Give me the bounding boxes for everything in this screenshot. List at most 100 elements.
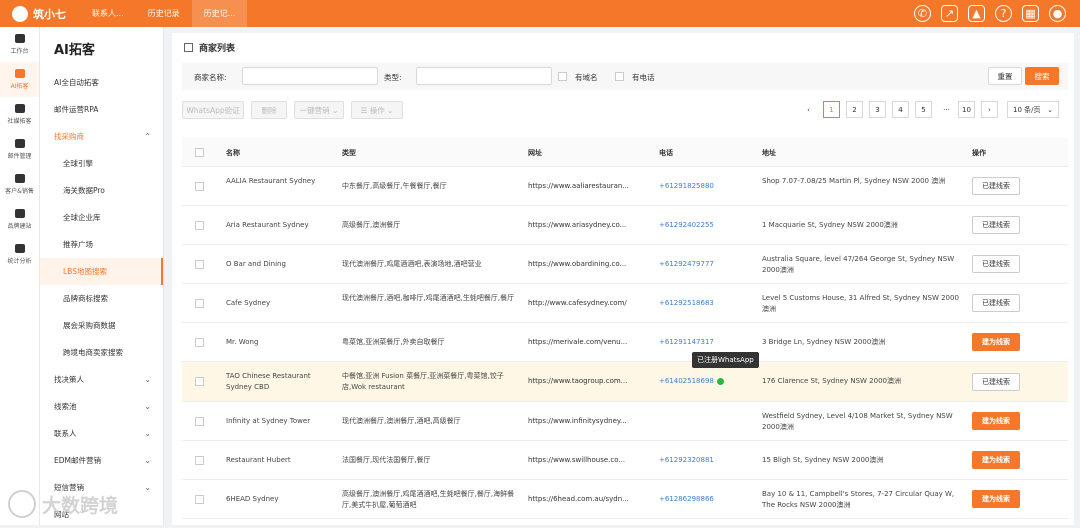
sidebar-item-edm[interactable]: EDM邮件营销 ⌄ [40, 447, 163, 474]
row-checkbox[interactable] [195, 260, 204, 269]
ops-label: 操作 [369, 105, 385, 115]
rail-item-workbench[interactable]: 工作台 [0, 27, 39, 62]
page-10[interactable]: 10 [958, 101, 975, 118]
sidebar-item-leads[interactable]: 线索池 ⌄ [40, 393, 163, 420]
search-button[interactable]: 搜索 [1025, 67, 1059, 85]
delete-button[interactable]: 删除 [251, 101, 287, 119]
grid-icon[interactable]: ▦ [1022, 5, 1039, 22]
sidebar-item-recommend[interactable]: 推荐广场 [40, 231, 163, 258]
cell-url[interactable]: https://6head.com.au/sydn... [528, 494, 648, 505]
row-checkbox[interactable] [195, 299, 204, 308]
sidebar-item-customs[interactable]: 海关数据Pro [40, 177, 163, 204]
cell-phone[interactable]: +61291147317 [659, 337, 714, 348]
rail-label: 统计分析 [7, 258, 32, 265]
whatsapp-verify-button[interactable]: WhatsApp验证 [182, 101, 244, 119]
create-lead-button[interactable]: 建为线索 [972, 333, 1020, 351]
cell-name: Restaurant Hubert [226, 456, 291, 464]
cell-url[interactable]: http://www.cafesydney.com/ [528, 298, 648, 309]
sidebar-item-ecommerce[interactable]: 跨境电商卖家搜索 [40, 339, 163, 366]
share-icon[interactable]: ↗ [941, 5, 958, 22]
tab-contacts[interactable]: 联系人... [80, 0, 136, 27]
robot-icon [14, 69, 25, 78]
lead-button[interactable]: 已建线索 [972, 177, 1020, 195]
prev-page-button[interactable]: ‹ [800, 101, 817, 118]
bell-icon[interactable]: ▲ [968, 5, 985, 22]
page-size-select[interactable]: 10 条/页 ⌄ [1007, 101, 1059, 118]
reset-button[interactable]: 重置 [988, 67, 1022, 85]
type-input[interactable] [416, 67, 552, 85]
lead-button[interactable]: 已建线索 [972, 216, 1020, 234]
cell-phone[interactable]: +61292479777 [659, 259, 714, 270]
rail-item-stats[interactable]: 统计分析 [0, 237, 39, 272]
row-checkbox[interactable] [195, 456, 204, 465]
cell-phone[interactable]: +61291825880 [659, 181, 714, 192]
page-2[interactable]: 2 [846, 101, 863, 118]
row-checkbox[interactable] [195, 221, 204, 230]
name-input[interactable] [242, 67, 378, 85]
rail-item-ai[interactable]: AI拓客 [0, 62, 39, 97]
watermark-text: 大数跨境 [42, 494, 119, 517]
table-row: Mr. Wong 粤菜馆,亚洲菜餐厅,外卖自取餐厅 https://meriva… [182, 323, 1068, 362]
cell-url[interactable]: https://www.swillhouse.co... [528, 455, 648, 466]
filter-bar: 商家名称: 类型: 有域名 有电话 重置 搜索 [182, 63, 1068, 90]
sidebar-item-companies[interactable]: 全球企业库 [40, 204, 163, 231]
watermark: 大数跨境 [8, 490, 118, 518]
row-checkbox[interactable] [195, 338, 204, 347]
create-lead-button[interactable]: 建为线索 [972, 451, 1020, 469]
sidebar-item-contacts[interactable]: 联系人 ⌄ [40, 420, 163, 447]
cell-url[interactable]: https://www.obardining.co... [528, 259, 648, 270]
next-page-button[interactable]: › [981, 101, 998, 118]
select-all-checkbox[interactable] [195, 148, 204, 157]
cell-phone[interactable]: +61286298866 [659, 494, 714, 505]
sidebar-item-rpa[interactable]: 邮件运营RPA [40, 96, 163, 123]
sidebar-item-expo[interactable]: 展会采购商数据 [40, 312, 163, 339]
cell-phone[interactable]: +61292518683 [659, 298, 714, 309]
cell-phone[interactable]: +61292320881 [659, 455, 714, 466]
help-icon[interactable]: ? [995, 5, 1012, 22]
tab-history[interactable]: 历史记录 [136, 0, 192, 27]
sidebar-label: 海关数据Pro [63, 186, 105, 195]
row-checkbox[interactable] [195, 377, 204, 386]
sidebar-item-auto[interactable]: AI全自动拓客 [40, 69, 163, 96]
cell-phone-wrap[interactable]: +61402518698 [659, 376, 724, 387]
cell-url[interactable]: https://merivale.com/venu... [528, 337, 648, 348]
cell-type: 法国餐厅,现代法国餐厅,餐厅 [342, 456, 431, 464]
page-5[interactable]: 5 [915, 101, 932, 118]
create-lead-button[interactable]: 建为线索 [972, 412, 1020, 430]
sidebar-item-engine[interactable]: 全球引擎 [40, 150, 163, 177]
cell-url[interactable]: https://www.infinitysydney... [528, 416, 648, 427]
rail-item-mail[interactable]: 邮件管理 [0, 132, 39, 167]
row-checkbox[interactable] [195, 182, 204, 191]
page-3[interactable]: 3 [869, 101, 886, 118]
row-checkbox[interactable] [195, 417, 204, 426]
cell-type: 粤菜馆,亚洲菜餐厅,外卖自取餐厅 [342, 338, 445, 346]
sidebar-item-buyers[interactable]: 找采购商 ⌃ [40, 123, 163, 150]
lead-button[interactable]: 已建线索 [972, 373, 1020, 391]
sidebar-item-trademark[interactable]: 品牌商标搜索 [40, 285, 163, 312]
lead-button[interactable]: 已建线索 [972, 255, 1020, 273]
tab-history-active[interactable]: 历史记... [191, 0, 248, 27]
chevron-down-icon: ⌄ [144, 429, 151, 438]
sidebar-item-lbs[interactable]: LBS地图搜索 [40, 258, 163, 285]
sidebar-item-decision[interactable]: 找决策人 ⌄ [40, 366, 163, 393]
cell-url[interactable]: https://www.ariasydney.co... [528, 220, 648, 231]
page-4[interactable]: 4 [892, 101, 909, 118]
rail-item-site[interactable]: 品牌建站 [0, 202, 39, 237]
cell-url[interactable]: https://www.aaliarestauran... [528, 181, 648, 192]
create-lead-button[interactable]: 建为线索 [972, 490, 1020, 508]
one-click-button[interactable]: 一键营销 ⌄ [294, 101, 344, 119]
rail-item-social[interactable]: 社媒拓客 [0, 97, 39, 132]
col-phone: 电话 [659, 149, 673, 157]
avatar[interactable]: ● [1049, 5, 1066, 22]
cell-url[interactable]: https://www.taogroup.com... [528, 376, 648, 387]
row-checkbox[interactable] [195, 495, 204, 504]
lead-button[interactable]: 已建线索 [972, 294, 1020, 312]
cell-phone[interactable]: +61292402255 [659, 220, 714, 231]
phone-checkbox[interactable] [615, 72, 624, 81]
domain-checkbox[interactable] [558, 72, 567, 81]
ops-button[interactable]: ☰ 操作 ⌄ [351, 101, 403, 119]
app-logo[interactable]: 筑小七 [0, 5, 80, 22]
rail-item-customers[interactable]: 客户&销售 [0, 167, 39, 202]
whatsapp-icon[interactable]: ✆ [914, 5, 931, 22]
page-1[interactable]: 1 [823, 101, 840, 118]
